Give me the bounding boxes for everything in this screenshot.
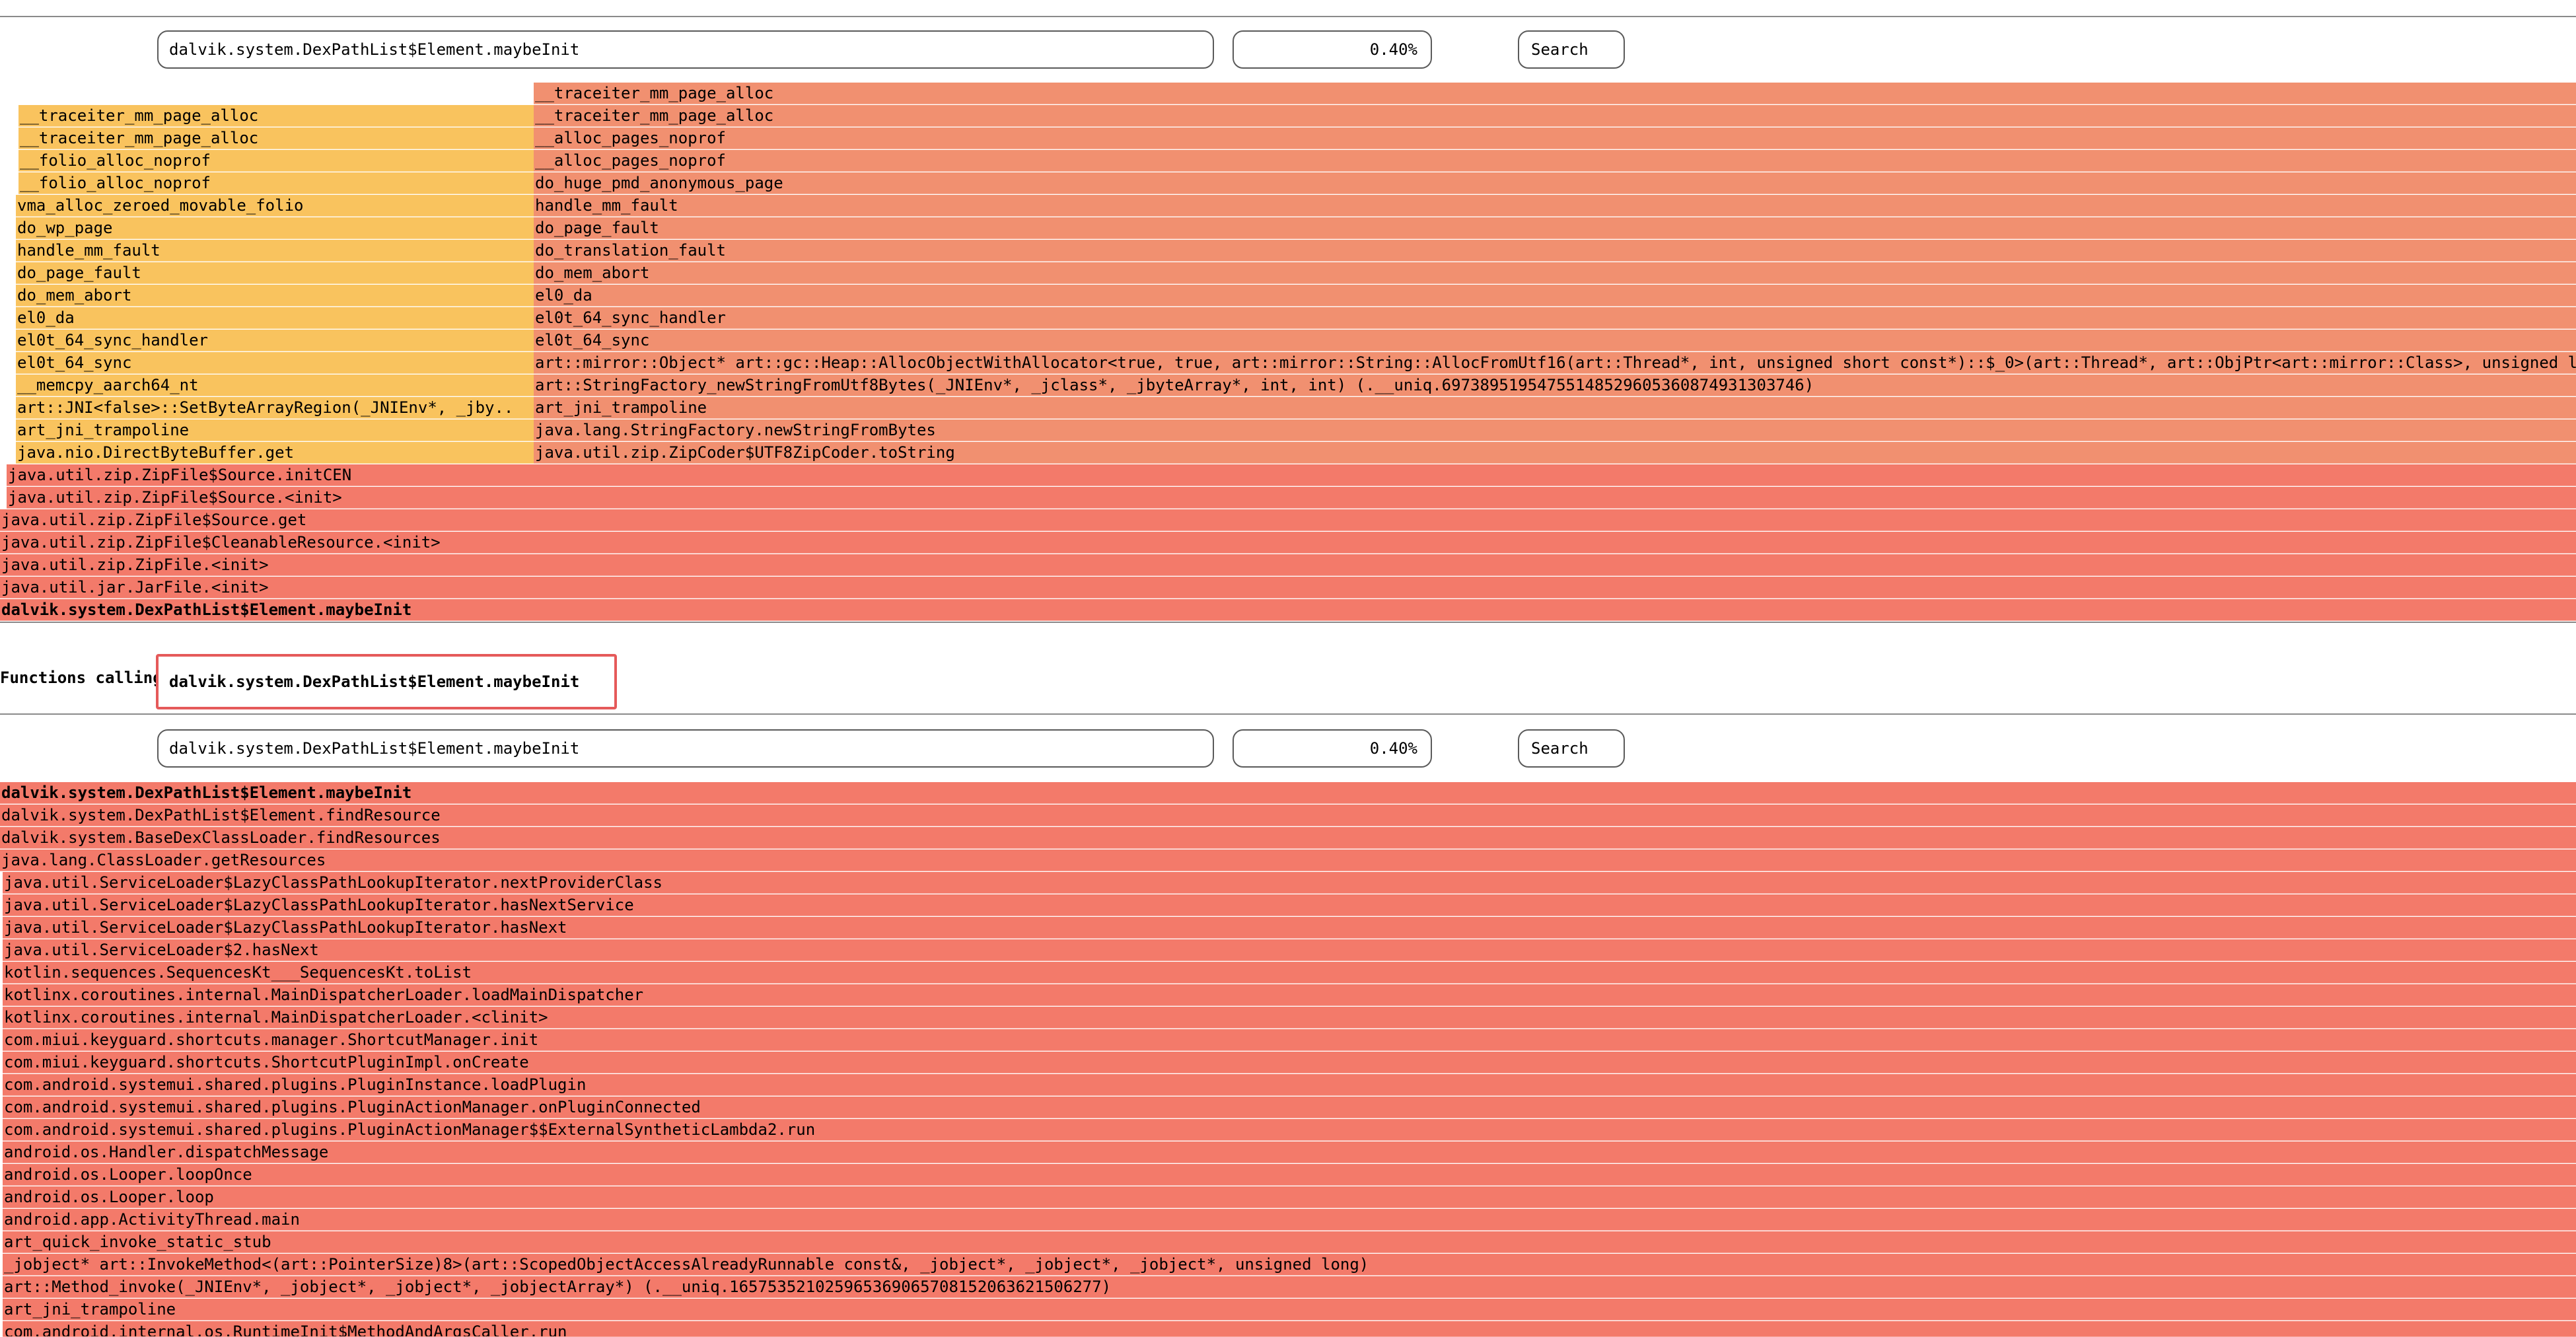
flame-frame-root[interactable]: dalvik.system.DexPathList$Element.maybeI… xyxy=(0,599,2576,621)
flame-frame[interactable]: android.os.Handler.dispatchMessage xyxy=(3,1141,2576,1163)
flame-frame[interactable]: handle_mm_fault xyxy=(534,195,2576,217)
flame-frame[interactable]: java.util.ServiceLoader$2.hasNext xyxy=(3,939,2576,961)
flame-frame[interactable]: com.android.internal.os.RuntimeInit$Meth… xyxy=(3,1321,2576,1337)
flame-frame[interactable]: art_jni_trampoline xyxy=(16,419,534,441)
flame-frame[interactable]: __folio_alloc_noprof xyxy=(18,172,534,194)
flame-frame[interactable]: java.util.zip.ZipCoder$UTF8ZipCoder.toSt… xyxy=(534,442,2576,464)
search-input-callers[interactable] xyxy=(157,729,1214,768)
top-divider xyxy=(0,16,2576,17)
flame-frame[interactable]: el0t_64_sync xyxy=(534,330,2576,351)
flame-frame[interactable]: java.util.zip.ZipFile$CleanableResource.… xyxy=(0,532,2576,554)
search-input[interactable] xyxy=(157,30,1214,69)
flame-frame[interactable]: com.android.systemui.shared.plugins.Plug… xyxy=(3,1097,2576,1118)
percent-input[interactable] xyxy=(1233,30,1432,69)
flame-frame[interactable]: el0_da xyxy=(534,285,2576,307)
flame-frame[interactable]: __folio_alloc_noprof xyxy=(18,150,534,172)
flame-frame[interactable]: _jobject* art::InvokeMethod<(art::Pointe… xyxy=(3,1254,2576,1276)
flame-frame[interactable]: dalvik.system.DexPathList$Element.findRe… xyxy=(0,805,2576,826)
flame-frame[interactable]: do_huge_pmd_anonymous_page xyxy=(534,172,2576,194)
flame-frame[interactable]: kotlinx.coroutines.internal.MainDispatch… xyxy=(3,984,2576,1006)
flame-frame[interactable]: el0_da xyxy=(16,307,534,329)
flame-frame[interactable]: java.util.zip.ZipFile$Source.<init> xyxy=(7,487,2576,509)
flame-frame[interactable]: el0t_64_sync_handler xyxy=(534,307,2576,329)
flame-frame[interactable]: art::mirror::Object* art::gc::Heap::Allo… xyxy=(534,352,2576,374)
flame-frame[interactable]: __traceiter_mm_page_alloc xyxy=(534,105,2576,127)
flame-frame[interactable]: kotlin.sequences.SequencesKt___Sequences… xyxy=(3,962,2576,984)
flame-frame[interactable]: art::Method_invoke(_JNIEnv*, _jobject*, … xyxy=(3,1276,2576,1298)
flame-frame[interactable]: dalvik.system.BaseDexClassLoader.findRes… xyxy=(0,827,2576,849)
flame-frame[interactable]: el0t_64_sync xyxy=(16,352,534,374)
flame-frame[interactable]: art_jni_trampoline xyxy=(3,1299,2576,1320)
flame-frame[interactable]: android.os.Looper.loopOnce xyxy=(3,1164,2576,1186)
flame-frame[interactable]: art_jni_trampoline xyxy=(534,397,2576,419)
flame-frame[interactable]: handle_mm_fault xyxy=(16,240,534,262)
flame-frame[interactable]: com.miui.keyguard.shortcuts.ShortcutPlug… xyxy=(3,1052,2576,1073)
callers-label: Functions calling xyxy=(0,668,162,687)
flame-frame[interactable]: __alloc_pages_noprof xyxy=(534,150,2576,172)
flame-frame[interactable]: java.util.ServiceLoader$LazyClassPathLoo… xyxy=(3,872,2576,894)
flame-frame[interactable]: art::StringFactory_newStringFromUtf8Byte… xyxy=(534,375,2576,396)
flame-frame[interactable]: android.app.ActivityThread.main xyxy=(3,1209,2576,1231)
flame-frame[interactable]: art_quick_invoke_static_stub xyxy=(3,1231,2576,1253)
flame-frame[interactable]: java.util.jar.JarFile.<init> xyxy=(0,577,2576,598)
flame-frame[interactable]: do_mem_abort xyxy=(534,262,2576,284)
flame-frame[interactable]: vma_alloc_zeroed_movable_folio xyxy=(16,195,534,217)
percent-input-callers[interactable] xyxy=(1233,729,1432,768)
section-divider xyxy=(0,622,2576,623)
flame-frame[interactable]: java.nio.DirectByteBuffer.get xyxy=(16,442,534,464)
flame-frame[interactable]: __traceiter_mm_page_alloc xyxy=(534,83,2576,104)
highlighted-function: dalvik.system.DexPathList$Element.maybeI… xyxy=(156,654,617,709)
flame-frame[interactable]: do_mem_abort xyxy=(16,285,534,307)
flame-frame[interactable]: do_translation_fault xyxy=(534,240,2576,262)
flame-frame[interactable]: java.lang.StringFactory.newStringFromByt… xyxy=(534,419,2576,441)
flame-frame[interactable]: __memcpy_aarch64_nt xyxy=(16,375,534,396)
flame-frame[interactable]: java.lang.ClassLoader.getResources xyxy=(0,849,2576,871)
flame-frame[interactable]: java.util.ServiceLoader$LazyClassPathLoo… xyxy=(3,917,2576,939)
flame-frame[interactable]: __traceiter_mm_page_alloc xyxy=(18,105,534,127)
flame-frame[interactable]: android.os.Looper.loop xyxy=(3,1186,2576,1208)
flame-frame[interactable]: com.android.systemui.shared.plugins.Plug… xyxy=(3,1074,2576,1096)
flame-frame[interactable]: do_page_fault xyxy=(534,217,2576,239)
section-divider xyxy=(0,713,2576,715)
flame-frame[interactable]: __alloc_pages_noprof xyxy=(534,127,2576,149)
search-button[interactable]: Search xyxy=(1518,30,1625,69)
flame-frame-root[interactable]: dalvik.system.DexPathList$Element.maybeI… xyxy=(0,782,2576,804)
flame-frame[interactable]: art::JNI<false>::SetByteArrayRegion(_JNI… xyxy=(16,397,534,419)
flame-frame[interactable]: el0t_64_sync_handler xyxy=(16,330,534,351)
flame-frame[interactable]: java.util.zip.ZipFile.<init> xyxy=(0,554,2576,576)
flame-frame[interactable]: __traceiter_mm_page_alloc xyxy=(18,127,534,149)
flame-frame[interactable]: com.android.systemui.shared.plugins.Plug… xyxy=(3,1119,2576,1141)
search-button-callers[interactable]: Search xyxy=(1518,729,1625,768)
flame-frame[interactable]: kotlinx.coroutines.internal.MainDispatch… xyxy=(3,1007,2576,1029)
flame-frame[interactable]: java.util.zip.ZipFile$Source.get xyxy=(0,509,2576,531)
flame-frame[interactable]: do_wp_page xyxy=(16,217,534,239)
flame-frame[interactable]: do_page_fault xyxy=(16,262,534,284)
flame-frame[interactable]: java.util.ServiceLoader$LazyClassPathLoo… xyxy=(3,894,2576,916)
flame-frame[interactable]: com.miui.keyguard.shortcuts.manager.Shor… xyxy=(3,1029,2576,1051)
flame-frame[interactable]: java.util.zip.ZipFile$Source.initCEN xyxy=(7,464,2576,486)
